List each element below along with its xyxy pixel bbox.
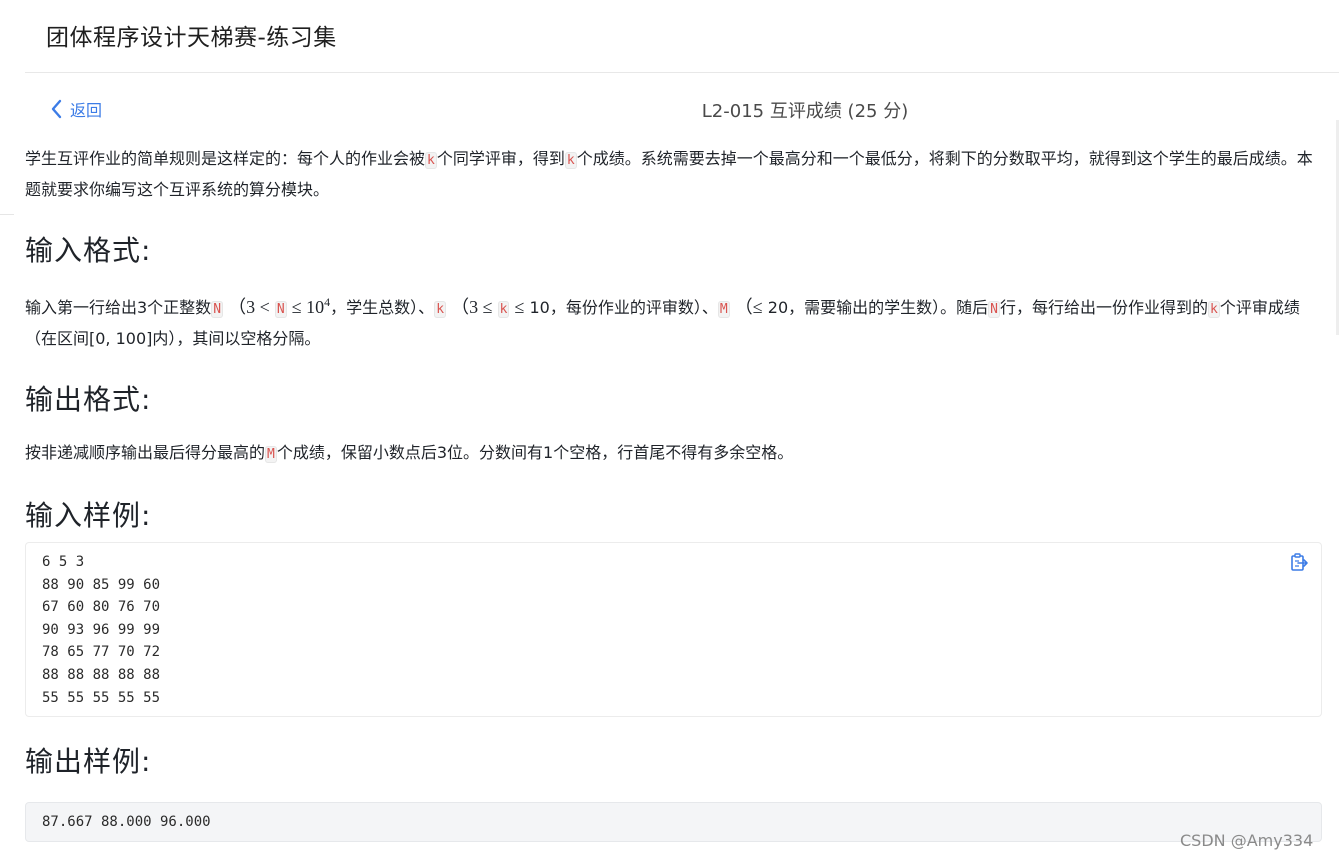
sample-input-heading: 输入样例: bbox=[25, 499, 152, 532]
code-N: N bbox=[211, 301, 224, 318]
header-divider bbox=[25, 72, 1339, 73]
sample-input-code[interactable]: 6 5 3 88 90 85 99 60 67 60 80 76 70 90 9… bbox=[26, 543, 1321, 717]
code-k: k bbox=[434, 301, 447, 318]
clipboard-copy-icon[interactable] bbox=[1289, 552, 1309, 572]
code-M: M bbox=[717, 301, 730, 318]
left-divider bbox=[0, 214, 14, 215]
output-format-text: 个成绩，保留小数点后3位。分数间有1个空格，行首尾不得有多余空格。 bbox=[276, 443, 794, 462]
math-expression: （3 < bbox=[228, 297, 270, 317]
input-format-text: 输入第一行给出3个正整数 bbox=[25, 298, 212, 317]
description-text: 学生互评作业的简单规则是这样定的：每个人的作业会被 bbox=[25, 149, 426, 168]
code-N: N bbox=[274, 301, 287, 318]
output-format-heading: 输出格式: bbox=[25, 383, 152, 416]
math-expression: ≤ bbox=[514, 297, 525, 317]
problem-title: L2-015 互评成绩 (25 分) bbox=[701, 101, 909, 122]
input-format-text: 10，每份作业的评审数）、 bbox=[529, 298, 718, 317]
sample-input-block: 6 5 3 88 90 85 99 60 67 60 80 76 70 90 9… bbox=[25, 542, 1322, 717]
site-title: 团体程序设计天梯赛-练习集 bbox=[46, 25, 337, 51]
sample-output-code[interactable]: 87.667 88.000 96.000 bbox=[26, 803, 1321, 842]
description-text: 个同学评审，得到 bbox=[436, 149, 565, 168]
input-format-text: 20，需要输出的学生数）。随后 bbox=[767, 298, 989, 317]
code-k: k bbox=[564, 152, 577, 169]
input-format-text: 行，每行给出一份作业得到的 bbox=[999, 298, 1208, 317]
output-format-text: 按非递减顺序输出最后得分最高的 bbox=[25, 443, 266, 462]
math-expression: （≤ bbox=[734, 297, 763, 317]
code-k: k bbox=[425, 152, 437, 169]
input-format-heading: 输入格式: bbox=[25, 234, 152, 267]
input-format-paragraph: 输入第一行给出3个正整数 N （3 < N ≤ 104，学生总数）、 k （3 ≤ … bbox=[25, 288, 1325, 353]
problem-content: 学生互评作业的简单规则是这样定的：每个人的作业会被 k 个同学评审，得到 k 个成绩。系… bbox=[25, 144, 1325, 534]
sample-output-heading: 输出样例: bbox=[25, 745, 152, 778]
sample-output-block: 87.667 88.000 96.000 bbox=[25, 802, 1322, 842]
output-format-paragraph: 按非递减顺序输出最后得分最高的 M 个成绩，保留小数点后3位。分数间有1个空格，行首… bbox=[25, 438, 1325, 469]
top-bar: 团体程序设计天梯赛-练习集 bbox=[0, 0, 1339, 73]
math-expression: （3 ≤ bbox=[451, 297, 493, 317]
code-M: M bbox=[265, 446, 277, 463]
math-expression: ≤ 104 bbox=[291, 295, 331, 317]
input-format-text: ，学生总数）、 bbox=[330, 298, 435, 317]
code-k: k bbox=[497, 301, 510, 318]
watermark: CSDN @Amy334 bbox=[1180, 831, 1314, 850]
code-k: k bbox=[1208, 301, 1220, 318]
description-paragraph: 学生互评作业的简单规则是这样定的：每个人的作业会被 k 个同学评审，得到 k 个成绩。系… bbox=[25, 144, 1325, 204]
code-N: N bbox=[988, 301, 1000, 318]
